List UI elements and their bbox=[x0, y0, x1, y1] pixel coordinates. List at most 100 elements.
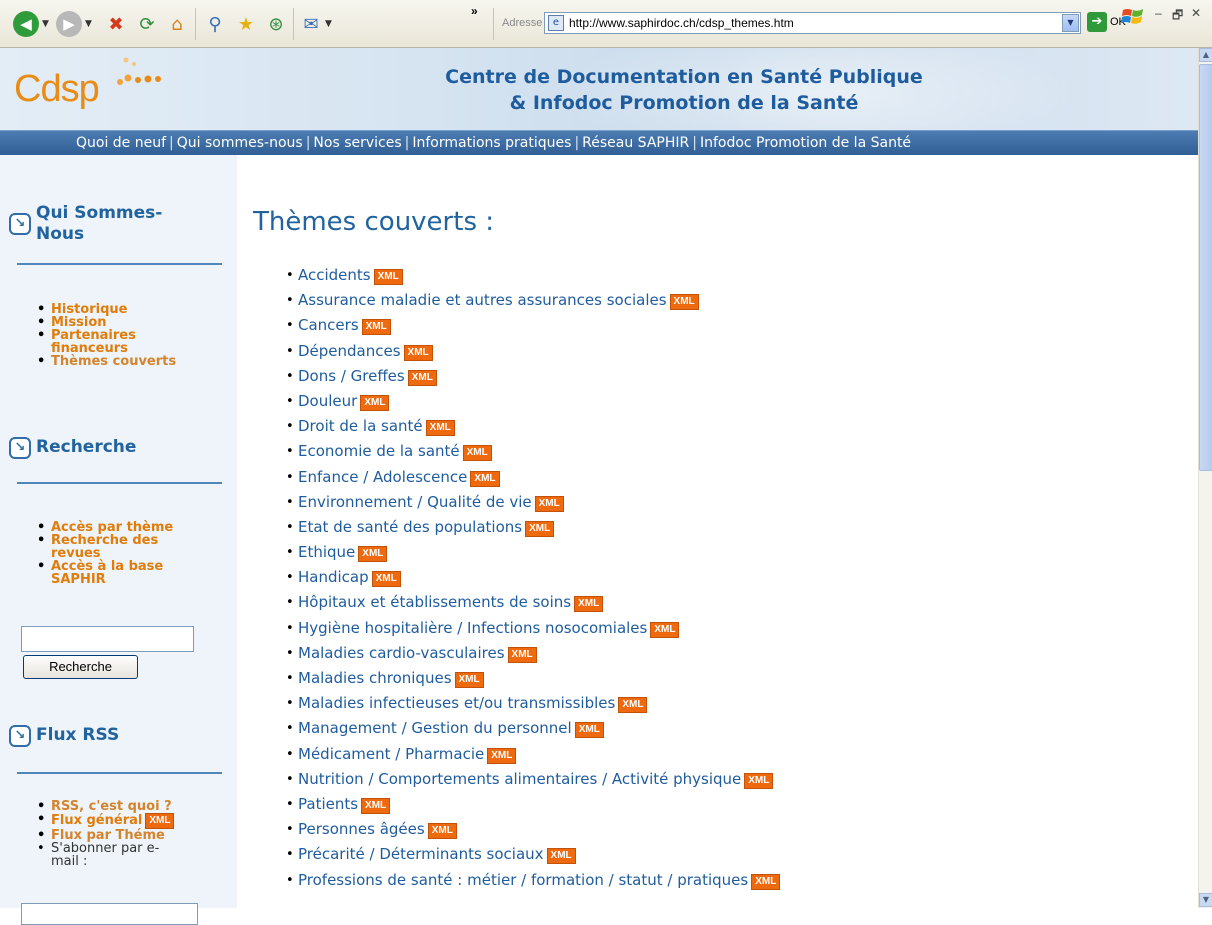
theme-link[interactable]: Ethique bbox=[298, 543, 355, 561]
theme-link[interactable]: Professions de santé : métier / formatio… bbox=[298, 871, 748, 889]
xml-badge[interactable]: XML bbox=[574, 722, 604, 739]
theme-link[interactable]: Dons / Greffes bbox=[298, 367, 405, 385]
scroll-down-icon[interactable]: ▼ bbox=[1199, 893, 1212, 907]
theme-link[interactable]: Accidents bbox=[298, 266, 371, 284]
nav-separator: | bbox=[404, 135, 410, 151]
list-item: Management / Gestion du personnelXML bbox=[286, 716, 780, 742]
search-input[interactable] bbox=[21, 626, 194, 652]
xml-badge[interactable]: XML bbox=[669, 294, 699, 311]
xml-badge[interactable]: XML bbox=[470, 470, 500, 487]
address-dropdown-icon[interactable]: ▼ bbox=[1062, 14, 1079, 32]
theme-link[interactable]: Assurance maladie et autres assurances s… bbox=[298, 291, 667, 309]
xml-badge[interactable]: XML bbox=[403, 344, 433, 361]
xml-badge[interactable]: XML bbox=[145, 813, 175, 829]
nav-quoi-de-neuf[interactable]: Quoi de neuf bbox=[76, 135, 166, 151]
sidebar-item-rss-quoi[interactable]: RSS, c'est quoi ? bbox=[37, 800, 174, 813]
sidebar-item-themes-couverts[interactable]: Thèmes couverts bbox=[37, 355, 177, 368]
xml-badge[interactable]: XML bbox=[618, 697, 648, 714]
forward-dropdown-icon[interactable]: ▼ bbox=[85, 19, 92, 29]
address-url[interactable]: http://www.saphirdoc.ch/cdsp_themes.htm bbox=[569, 16, 794, 30]
theme-link[interactable]: Management / Gestion du personnel bbox=[298, 719, 572, 737]
theme-link[interactable]: Cancers bbox=[298, 316, 359, 334]
flux-general-label[interactable]: Flux général bbox=[51, 813, 142, 828]
theme-link[interactable]: Maladies cardio-vasculaires bbox=[298, 644, 505, 662]
theme-link[interactable]: Enfance / Adolescence bbox=[298, 468, 467, 486]
favorites-icon[interactable]: ★ bbox=[234, 12, 258, 36]
theme-link[interactable]: Environnement / Qualité de vie bbox=[298, 493, 532, 511]
close-icon[interactable]: ✕ bbox=[1191, 6, 1201, 20]
theme-link[interactable]: Hôpitaux et établissements de soins bbox=[298, 593, 571, 611]
theme-link[interactable]: Nutrition / Comportements alimentaires /… bbox=[298, 770, 741, 788]
xml-badge[interactable]: XML bbox=[373, 269, 403, 285]
search-button[interactable]: Recherche bbox=[23, 655, 138, 679]
theme-link[interactable]: Economie de la santé bbox=[298, 442, 460, 460]
toolbar-overflow-chevrons[interactable]: » bbox=[471, 4, 478, 18]
theme-link[interactable]: Droit de la santé bbox=[298, 417, 423, 435]
address-bar[interactable]: e http://www.saphirdoc.ch/cdsp_themes.ht… bbox=[544, 12, 1081, 34]
list-item: Nutrition / Comportements alimentaires /… bbox=[286, 767, 780, 792]
theme-link[interactable]: Etat de santé des populations bbox=[298, 518, 522, 536]
sidebar-item-base-saphir[interactable]: Accès à la base SAPHIR bbox=[37, 560, 177, 586]
nav-reseau-saphir[interactable]: Réseau SAPHIR bbox=[582, 135, 689, 151]
sidebar-section-about: ↘ Qui Sommes-Nous bbox=[9, 203, 186, 245]
xml-badge[interactable]: XML bbox=[546, 848, 576, 865]
theme-link[interactable]: Hygiène hospitalière / Infections nosoco… bbox=[298, 619, 647, 637]
xml-badge[interactable]: XML bbox=[751, 873, 781, 890]
theme-link[interactable]: Maladies infectieuses et/ou transmissibl… bbox=[298, 694, 615, 712]
scroll-up-icon[interactable]: ▲ bbox=[1199, 48, 1212, 62]
nav-informations-pratiques[interactable]: Informations pratiques bbox=[412, 135, 571, 151]
xml-badge[interactable]: XML bbox=[507, 646, 537, 663]
back-icon[interactable]: ◀ bbox=[13, 11, 39, 37]
forward-icon[interactable]: ▶ bbox=[56, 11, 82, 37]
xml-badge[interactable]: XML bbox=[744, 772, 774, 789]
back-dropdown-icon[interactable]: ▼ bbox=[42, 19, 49, 29]
sidebar-item-partenaires[interactable]: Partenaires financeurs bbox=[37, 329, 177, 355]
xml-badge[interactable]: XML bbox=[358, 546, 388, 563]
go-arrow-icon[interactable]: ➔ bbox=[1087, 12, 1107, 32]
refresh-icon[interactable]: ⟳ bbox=[135, 12, 159, 36]
theme-link[interactable]: Personnes âgées bbox=[298, 820, 425, 838]
nav-infodoc-promotion[interactable]: Infodoc Promotion de la Santé bbox=[700, 135, 911, 151]
theme-link[interactable]: Médicament / Pharmacie bbox=[298, 745, 484, 763]
history-icon[interactable]: ⊛ bbox=[264, 12, 288, 36]
mail-dropdown-icon[interactable]: ▼ bbox=[325, 19, 332, 29]
xml-badge[interactable]: XML bbox=[361, 319, 391, 336]
xml-badge[interactable]: XML bbox=[454, 672, 484, 688]
xml-badge[interactable]: XML bbox=[425, 420, 455, 437]
theme-link[interactable]: Patients bbox=[298, 795, 358, 813]
xml-badge[interactable]: XML bbox=[407, 369, 437, 386]
stop-icon[interactable]: ✖ bbox=[104, 12, 128, 36]
xml-badge[interactable]: XML bbox=[462, 445, 492, 462]
xml-badge[interactable]: XML bbox=[487, 747, 517, 764]
list-item: Economie de la santéXML bbox=[286, 439, 780, 465]
nav-separator: | bbox=[305, 135, 311, 151]
xml-badge[interactable]: XML bbox=[525, 520, 555, 537]
xml-badge[interactable]: XML bbox=[650, 621, 680, 638]
theme-link[interactable]: Dépendances bbox=[298, 342, 401, 360]
xml-badge[interactable]: XML bbox=[574, 596, 604, 613]
sidebar-about-title: Qui Sommes-Nous bbox=[36, 203, 163, 244]
email-field[interactable] bbox=[21, 903, 198, 925]
list-item: AccidentsXML bbox=[286, 263, 780, 288]
vertical-scrollbar[interactable]: ▲ ▼ bbox=[1198, 48, 1212, 908]
home-icon[interactable]: ⌂ bbox=[165, 12, 189, 36]
search-icon[interactable]: ⚲ bbox=[203, 12, 227, 36]
theme-link[interactable]: Douleur bbox=[298, 392, 357, 410]
theme-link[interactable]: Maladies chroniques bbox=[298, 669, 452, 687]
xml-badge[interactable]: XML bbox=[427, 823, 457, 840]
sidebar-item-recherche-revues[interactable]: Recherche des revues bbox=[37, 534, 177, 560]
toolbar-divider bbox=[293, 8, 294, 40]
scrollbar-thumb[interactable] bbox=[1199, 64, 1212, 471]
mail-icon[interactable]: ✉ bbox=[299, 12, 323, 36]
minimize-icon[interactable]: – bbox=[1155, 6, 1162, 20]
theme-link[interactable]: Handicap bbox=[298, 568, 369, 586]
sidebar-item-flux-general[interactable]: Flux généralXML bbox=[37, 813, 175, 829]
nav-qui-sommes-nous[interactable]: Qui sommes-nous bbox=[177, 135, 303, 151]
xml-badge[interactable]: XML bbox=[371, 571, 401, 588]
theme-link[interactable]: Précarité / Déterminants sociaux bbox=[298, 845, 544, 863]
nav-nos-services[interactable]: Nos services bbox=[313, 135, 401, 151]
restore-icon[interactable]: 🗗 bbox=[1172, 6, 1183, 27]
xml-badge[interactable]: XML bbox=[534, 495, 564, 512]
xml-badge[interactable]: XML bbox=[361, 797, 391, 814]
xml-badge[interactable]: XML bbox=[360, 394, 390, 411]
